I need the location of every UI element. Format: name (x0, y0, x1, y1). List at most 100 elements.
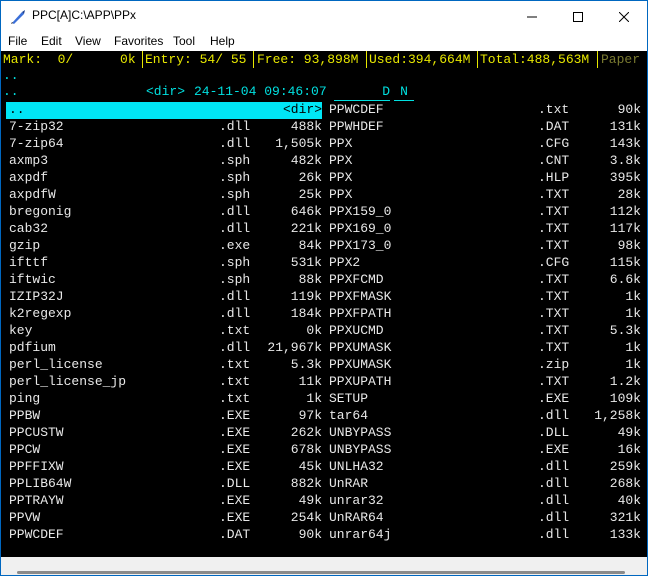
file-name: PPX169_0 (329, 221, 392, 236)
file-ext: .EXE (219, 459, 251, 474)
maximize-button[interactable] (555, 1, 601, 32)
title-bar[interactable]: PPC[A]C:\APP\PPx (1, 1, 647, 32)
file-name: unrar32 (329, 493, 384, 508)
file-row[interactable]: tar64 .dll 1,258k (328, 408, 641, 425)
dir-tag: <dir> (146, 84, 186, 99)
file-row[interactable]: 7-zip32 .dll 488k (6, 119, 322, 136)
file-row[interactable]: IZIP32J .dll 119k (6, 289, 322, 306)
file-row[interactable]: PPX2 .CFG 115k (328, 255, 641, 272)
file-row[interactable]: perl_license .txt 5.3k (6, 357, 322, 374)
file-row[interactable]: PPXUMASK .zip 1k (328, 357, 641, 374)
info-divider (477, 51, 478, 68)
file-row[interactable]: key .txt 0k (6, 323, 322, 340)
file-name: unrar64j (329, 527, 392, 542)
info-divider (253, 51, 254, 68)
close-button[interactable] (601, 1, 647, 32)
file-row[interactable]: axpdf .sph 26k (6, 170, 322, 187)
file-row[interactable]: PPWCDEF .DAT 90k (6, 527, 322, 544)
file-name: PPCW (9, 442, 41, 457)
file-ext: .sph (219, 187, 251, 202)
file-row[interactable]: PPXFCMD .TXT 6.6k (328, 272, 641, 289)
file-row[interactable]: PPBW .EXE 97k (6, 408, 322, 425)
file-row[interactable]: PPWCDEF .txt 90k (328, 102, 641, 119)
menu-tool[interactable]: Tool (173, 34, 195, 48)
file-name: .. (9, 102, 25, 117)
file-row[interactable]: PPX .CFG 143k (328, 136, 641, 153)
menu-file[interactable]: File (8, 34, 27, 48)
file-row[interactable]: PPX169_0 .TXT 117k (328, 221, 641, 238)
file-size: 1.2k (609, 374, 641, 389)
file-name: PPXUMASK (329, 340, 392, 355)
menu-bar: File Edit View Favorites Tool Help (1, 32, 647, 51)
file-size: 531k (290, 255, 322, 270)
file-row[interactable]: PPXUCMD .TXT 5.3k (328, 323, 641, 340)
file-size: 143k (609, 136, 641, 151)
file-row[interactable]: PPLIB64W .DLL 882k (6, 476, 322, 493)
file-ext: .EXE (219, 493, 251, 508)
file-row[interactable]: pdfium .dll 21,967k (6, 340, 322, 357)
file-row[interactable]: PPCUSTW .EXE 262k (6, 425, 322, 442)
file-row[interactable]: PPX .HLP 395k (328, 170, 641, 187)
file-row[interactable]: axpdfW .sph 25k (6, 187, 322, 204)
file-row[interactable]: PPWHDEF .DAT 131k (328, 119, 641, 136)
file-ext: .zip (538, 357, 570, 372)
file-row[interactable]: .. <dir> (6, 102, 322, 119)
file-row[interactable]: UnRAR .dll 268k (328, 476, 641, 493)
menu-help[interactable]: Help (210, 34, 235, 48)
file-row[interactable]: PPXUMASK .TXT 1k (328, 340, 641, 357)
file-size: 112k (609, 204, 641, 219)
file-row[interactable]: PPFFIXW .EXE 45k (6, 459, 322, 476)
menu-view[interactable]: View (75, 34, 101, 48)
file-ext: .TXT (538, 323, 570, 338)
menu-favorites[interactable]: Favorites (114, 34, 163, 48)
file-name: PPX159_0 (329, 204, 392, 219)
file-row[interactable]: bregonig .dll 646k (6, 204, 322, 221)
file-row[interactable]: UnRAR64 .dll 321k (328, 510, 641, 527)
file-row[interactable]: ifttf .sph 531k (6, 255, 322, 272)
file-ext: .sph (219, 272, 251, 287)
file-row[interactable]: PPXFPATH .TXT 1k (328, 306, 641, 323)
file-ext: .txt (219, 357, 251, 372)
file-ext: .TXT (538, 272, 570, 287)
file-ext: .CFG (538, 255, 570, 270)
file-row[interactable]: cab32 .dll 221k (6, 221, 322, 238)
file-size: 21,967k (267, 340, 322, 355)
file-row[interactable]: UNBYPASS .DLL 49k (328, 425, 641, 442)
file-row[interactable]: PPX173_0 .TXT 98k (328, 238, 641, 255)
file-name: bregonig (9, 204, 72, 219)
file-row[interactable]: unrar64j .dll 133k (328, 527, 641, 544)
file-row[interactable]: PPXUPATH .TXT 1.2k (328, 374, 641, 391)
path-row: .. .. <dir> 24-11-04 09:46:07 D N (1, 68, 647, 102)
file-row[interactable]: UNBYPASS .EXE 16k (328, 442, 641, 459)
file-row[interactable]: PPCW .EXE 678k (6, 442, 322, 459)
file-row[interactable]: UNLHA32 .dll 259k (328, 459, 641, 476)
file-name: axpdf (9, 170, 49, 185)
file-row[interactable]: ping .txt 1k (6, 391, 322, 408)
file-name: PPFFIXW (9, 459, 64, 474)
file-size: 16k (617, 442, 641, 457)
file-row[interactable]: PPVW .EXE 254k (6, 510, 322, 527)
attribute-d: D (334, 84, 390, 101)
file-ext: .dll (538, 493, 570, 508)
file-row[interactable]: unrar32 .dll 40k (328, 493, 641, 510)
file-row[interactable]: SETUP .EXE 109k (328, 391, 641, 408)
scrollbar-thumb[interactable] (17, 571, 625, 574)
minimize-button[interactable] (509, 1, 555, 32)
menu-edit[interactable]: Edit (41, 34, 62, 48)
file-row[interactable]: axmp3 .sph 482k (6, 153, 322, 170)
file-row[interactable]: k2regexp .dll 184k (6, 306, 322, 323)
file-name: k2regexp (9, 306, 72, 321)
file-row[interactable]: gzip .exe 84k (6, 238, 322, 255)
file-row[interactable]: 7-zip64 .dll 1,505k (6, 136, 322, 153)
file-ext: .sph (219, 255, 251, 270)
file-size: 1k (625, 340, 641, 355)
file-row[interactable]: perl_license_jp .txt 11k (6, 374, 322, 391)
file-ext: .txt (538, 102, 570, 117)
file-row[interactable]: iftwic .sph 88k (6, 272, 322, 289)
file-row[interactable]: PPX .TXT 28k (328, 187, 641, 204)
file-row[interactable]: PPTRAYW .EXE 49k (6, 493, 322, 510)
file-row[interactable]: PPXFMASK .TXT 1k (328, 289, 641, 306)
file-name: PPX173_0 (329, 238, 392, 253)
file-row[interactable]: PPX159_0 .TXT 112k (328, 204, 641, 221)
file-row[interactable]: PPX .CNT 3.8k (328, 153, 641, 170)
